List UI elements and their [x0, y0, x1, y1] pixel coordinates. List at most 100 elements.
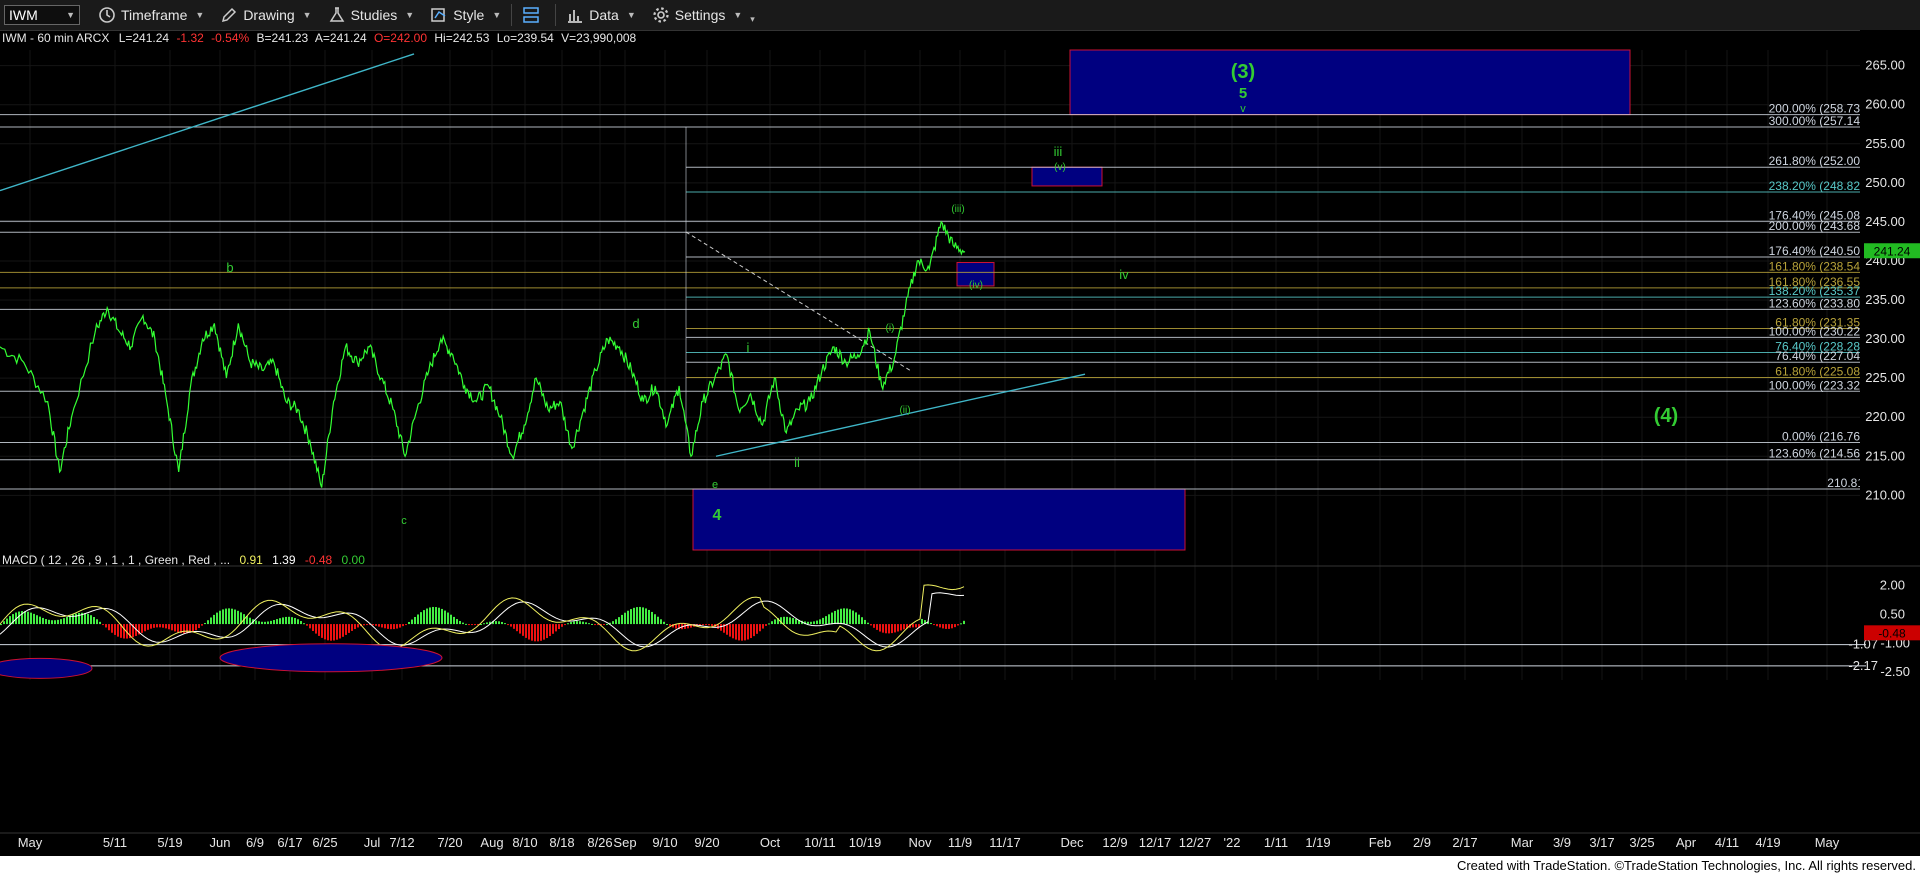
x-tick-label: '22	[1224, 835, 1241, 850]
y-tick-label: 235.00	[1865, 292, 1905, 307]
macd-histogram-bar	[831, 612, 833, 625]
macd-histogram-bar	[588, 623, 590, 625]
chart-header: IWM - 60 min ARCX L=241.24 -1.32 -0.54% …	[2, 31, 637, 45]
header-volume: V=23,990,008	[561, 31, 636, 45]
wave-label: 4	[713, 507, 722, 524]
x-tick-label: Jul	[364, 835, 381, 850]
wave-label: d	[632, 316, 639, 331]
macd-histogram-bar	[399, 624, 401, 628]
macd-histogram-bar	[669, 624, 671, 626]
x-tick-label: 11/17	[989, 835, 1021, 850]
macd-histogram-bar	[843, 608, 845, 625]
x-tick-label: 12/17	[1139, 835, 1172, 850]
macd-histogram-bar	[582, 621, 584, 625]
macd-histogram-bar	[519, 624, 521, 634]
price-chart[interactable]: 200.00% (258.73)300.00% (257.14)261.80% …	[0, 30, 1920, 856]
macd-histogram-bar	[930, 623, 932, 625]
symbol-text: IWM	[9, 7, 38, 23]
wave-label: (i)	[886, 323, 895, 334]
macd-histogram-bar	[330, 624, 332, 641]
x-tick-label: 7/20	[437, 835, 462, 850]
macd-histogram-bar	[531, 624, 533, 641]
macd-histogram-bar	[300, 621, 302, 625]
macd-histogram-bar	[90, 615, 92, 625]
macd-histogram-bar	[108, 624, 110, 631]
settings-button[interactable]: Settings ▼ ▾	[644, 0, 763, 30]
wave-label: 5	[1239, 85, 1247, 102]
macd-histogram-bar	[789, 617, 791, 625]
style-button[interactable]: Style ▼	[422, 0, 509, 30]
macd-histogram-bar	[510, 624, 512, 627]
x-tick-label: 9/20	[694, 835, 719, 850]
wave-label: (iii)	[951, 204, 964, 215]
wave-label: iii	[1054, 144, 1063, 159]
macd-histogram-bar	[942, 624, 944, 629]
macd-histogram-bar	[636, 607, 638, 625]
macd-histogram-bar	[171, 624, 173, 631]
dashed-trendline	[685, 231, 911, 371]
macd-histogram-bar	[204, 622, 206, 625]
macd-histogram-bar	[153, 624, 155, 628]
macd-histogram-bar	[249, 617, 251, 625]
macd-histogram-bar	[165, 624, 167, 629]
x-tick-label: 6/25	[312, 835, 337, 850]
data-button[interactable]: Data ▼	[558, 0, 644, 30]
fib-label: 210.81	[1827, 476, 1864, 490]
macd-histogram-bar	[837, 609, 839, 625]
y-tick-label: 265.00	[1865, 58, 1905, 73]
drawing-button[interactable]: Drawing ▼	[212, 0, 319, 30]
macd-histogram-bar	[327, 624, 329, 641]
macd-histogram-bar	[858, 614, 860, 625]
x-tick-label: 5/11	[103, 835, 127, 850]
macd-histogram-bar	[570, 622, 572, 625]
pencil-icon	[222, 7, 237, 23]
timeframe-button[interactable]: Timeframe ▼	[90, 0, 212, 30]
macd-histogram-bar	[213, 614, 215, 625]
macd-histogram-bar	[936, 624, 938, 627]
chevron-down-icon[interactable]: ▼	[66, 10, 75, 20]
macd-histogram-bar	[63, 618, 65, 625]
macd-histogram-bar	[552, 624, 554, 634]
macd-histogram-bar	[30, 612, 32, 625]
macd-histogram-bar	[219, 610, 221, 625]
macd-histogram-bar	[873, 624, 875, 628]
macd-histogram-bar	[276, 619, 278, 625]
macd-histogram-bar	[183, 624, 185, 634]
header-last: L=241.24	[119, 31, 170, 45]
macd-histogram-bar	[192, 624, 194, 632]
macd-histogram-bar	[33, 613, 35, 625]
macd-histogram-bar	[54, 620, 56, 625]
fib-label: 123.60% (233.80)	[1769, 296, 1864, 310]
macd-histogram-bar	[306, 624, 308, 626]
macd-histogram-bar	[303, 623, 305, 625]
y-tick-label: 260.00	[1865, 97, 1905, 112]
macd-histogram-bar	[948, 624, 950, 629]
wave-label: (v)	[1054, 162, 1066, 173]
macd-histogram-bar	[381, 624, 383, 628]
macd-histogram-bar	[666, 624, 668, 626]
macd-histogram-bar	[177, 624, 179, 633]
gear-icon	[653, 7, 669, 23]
macd-histogram-bar	[156, 624, 158, 628]
macd-histogram-bar	[312, 624, 314, 631]
fib-label: 238.20% (248.82)	[1769, 179, 1864, 193]
macd-histogram-bar	[3, 621, 5, 625]
macd-histogram-bar	[711, 624, 713, 627]
macd-histogram-bar	[729, 624, 731, 637]
macd-histogram-bar	[750, 624, 752, 639]
macd-histogram-bar	[501, 621, 503, 625]
x-tick-label: 1/11	[1264, 835, 1288, 850]
fib-label: 261.80% (252.00)	[1769, 154, 1864, 168]
macd-histogram-bar	[225, 608, 227, 625]
symbol-input[interactable]: IWM ▼	[4, 5, 80, 25]
x-tick-label: 10/19	[849, 835, 882, 850]
fib-label: 100.00% (230.22)	[1769, 324, 1864, 338]
macd-histogram-bar	[921, 618, 923, 625]
studies-button[interactable]: Studies ▼	[320, 0, 423, 30]
macd-histogram-bar	[594, 624, 596, 626]
macd-histogram-bar	[186, 624, 188, 634]
x-tick-label: 4/19	[1755, 835, 1780, 850]
panel-toggle-button[interactable]	[514, 0, 553, 30]
header-change: -1.32	[176, 31, 204, 45]
macd-histogram-bar	[663, 621, 665, 625]
